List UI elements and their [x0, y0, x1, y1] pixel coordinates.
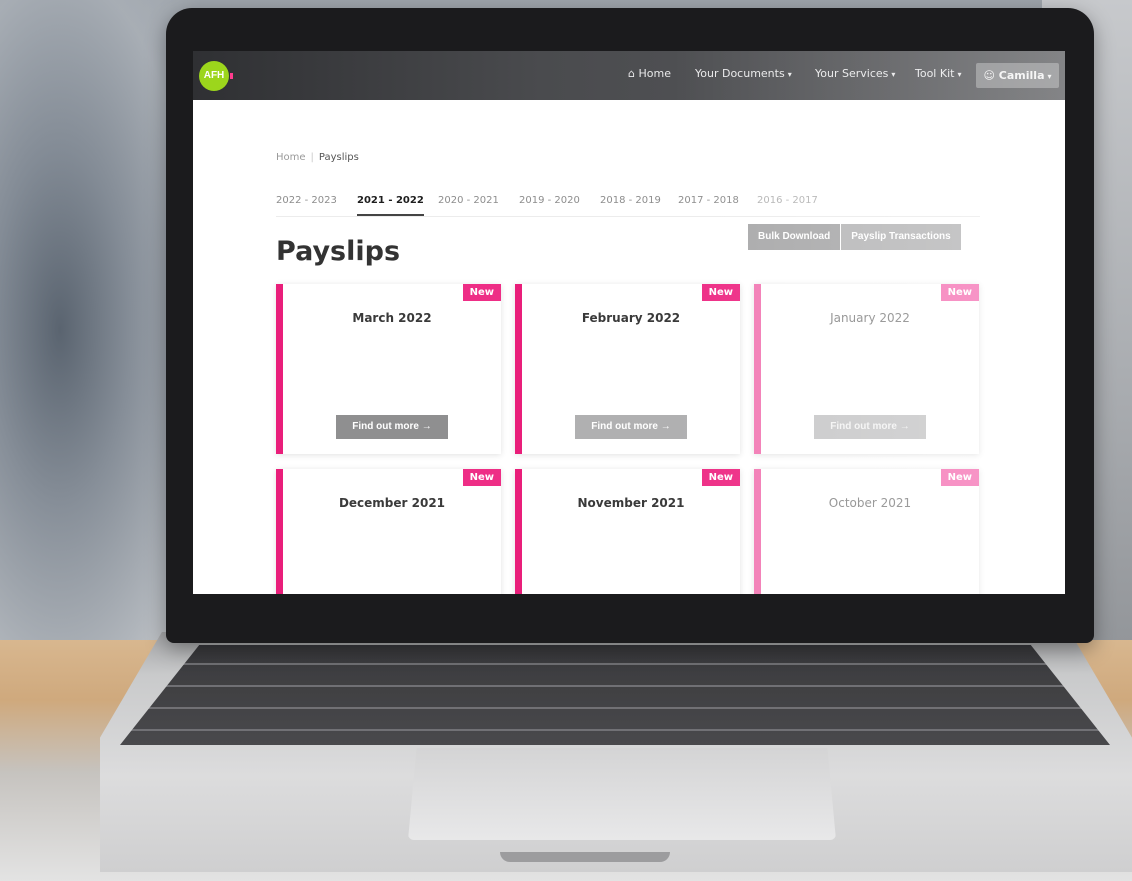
tab-2021-2022[interactable]: 2021 - 2022 [357, 195, 424, 216]
payslip-month: January 2022 [830, 311, 910, 325]
nav-your-documents[interactable]: Your Documents ▾ [695, 67, 792, 80]
user-name: Camilla [998, 69, 1045, 82]
chevron-down-icon: ▾ [891, 70, 896, 79]
new-badge: New [462, 469, 501, 486]
payslip-month: March 2022 [352, 311, 432, 325]
tab-2016-2017[interactable]: 2016 - 2017 [757, 195, 818, 206]
nav-tool-kit[interactable]: Tool Kit ▾ [915, 67, 961, 80]
user-icon: ☺ [983, 69, 995, 82]
nav-home[interactable]: ⌂ Home [628, 67, 671, 80]
payslip-actions: Bulk Download Payslip Transactions [748, 224, 961, 250]
payslip-month: February 2022 [581, 311, 681, 325]
payslip-transactions-button[interactable]: Payslip Transactions [841, 224, 961, 250]
chevron-down-icon: ▾ [1047, 72, 1052, 81]
find-out-more-button[interactable]: Find out more → [814, 415, 926, 439]
new-badge: New [701, 469, 740, 486]
nav-your-documents-label: Your Documents [695, 67, 785, 80]
nav-your-services-label: Your Services [815, 67, 889, 80]
user-menu-button[interactable]: ☺ Camilla ▾ [976, 63, 1059, 88]
laptop-keyboard [120, 645, 1110, 745]
tab-2020-2021[interactable]: 2020 - 2021 [438, 195, 499, 206]
new-badge: New [940, 469, 979, 486]
afh-logo[interactable]: AFH [199, 61, 229, 91]
breadcrumb: Home | Payslips [276, 152, 359, 163]
top-navbar: AFH ⌂ Home Your Documents ▾ Your Services… [193, 51, 1065, 100]
home-icon: ⌂ [628, 67, 635, 80]
payslip-card: New February 2022 Find out more → [515, 284, 740, 454]
tab-2019-2020[interactable]: 2019 - 2020 [519, 195, 580, 206]
chevron-down-icon: ▾ [957, 70, 962, 79]
tab-2017-2018[interactable]: 2017 - 2018 [678, 195, 739, 206]
payslip-month: October 2021 [828, 496, 912, 510]
payslip-card: New November 2021 [515, 469, 740, 594]
page-title: Payslips [276, 236, 401, 267]
chevron-down-icon: ▾ [787, 70, 792, 79]
breadcrumb-current: Payslips [318, 152, 359, 163]
nav-your-services[interactable]: Your Services ▾ [815, 67, 895, 80]
logo-accent [230, 73, 233, 79]
laptop-notch [500, 852, 670, 862]
payslip-card: New October 2021 [754, 469, 979, 594]
bulk-download-button[interactable]: Bulk Download [748, 224, 841, 250]
new-badge: New [701, 284, 740, 301]
year-tabs: 2022 - 2023 2021 - 2022 2020 - 2021 2019… [276, 195, 980, 217]
user-menu: ☺ Camilla ▾ [976, 63, 1059, 89]
tab-2022-2023[interactable]: 2022 - 2023 [276, 195, 337, 206]
find-out-more-button[interactable]: Find out more → [336, 415, 448, 439]
breadcrumb-home[interactable]: Home [276, 152, 306, 163]
laptop-screen: AFH ⌂ Home Your Documents ▾ Your Services… [193, 51, 1065, 594]
nav-tool-kit-label: Tool Kit [915, 67, 955, 80]
tab-2018-2019[interactable]: 2018 - 2019 [600, 195, 661, 206]
payslip-month: December 2021 [338, 496, 446, 510]
payslip-card: New December 2021 [276, 469, 501, 594]
nav-home-label: Home [638, 67, 671, 80]
new-badge: New [940, 284, 979, 301]
breadcrumb-separator: | [310, 152, 314, 163]
find-out-more-button[interactable]: Find out more → [575, 415, 687, 439]
new-badge: New [462, 284, 501, 301]
payslip-month: November 2021 [577, 496, 685, 510]
payslip-card: New March 2022 Find out more → [276, 284, 501, 454]
laptop-trackpad [408, 748, 836, 840]
payslip-card: New January 2022 Find out more → [754, 284, 979, 454]
